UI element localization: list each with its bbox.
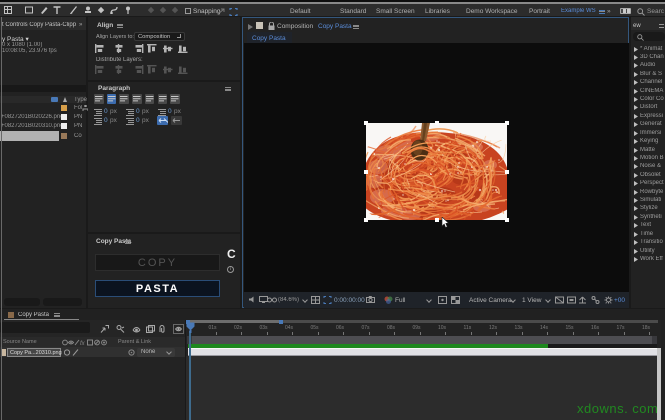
svg-text:fx: fx (80, 341, 86, 346)
